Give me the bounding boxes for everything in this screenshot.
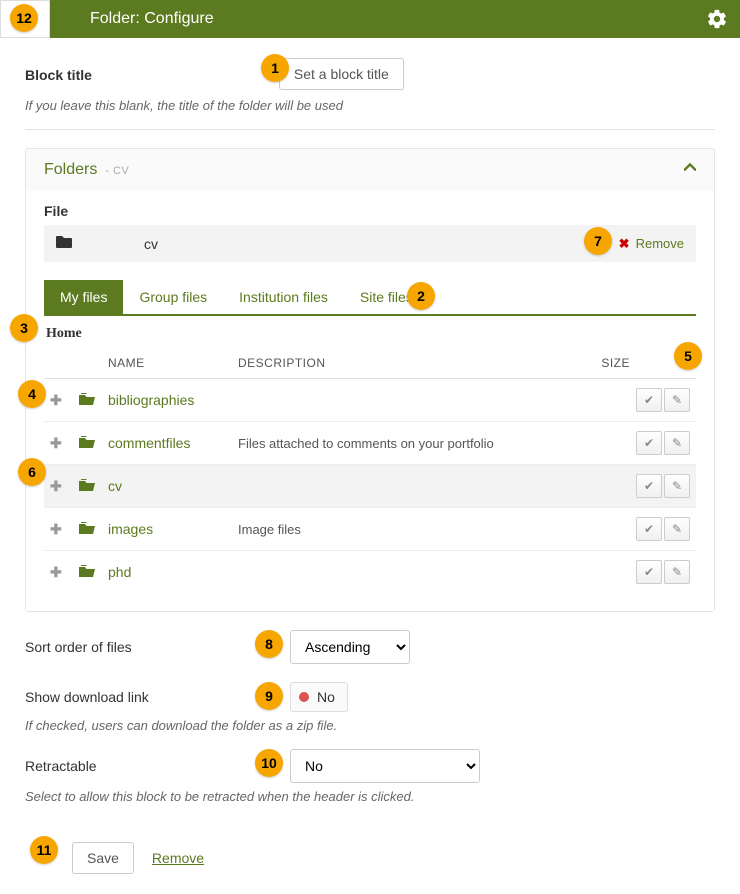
remove-x-icon: ✖: [619, 236, 630, 252]
download-help: If checked, users can download the folde…: [25, 718, 715, 733]
expand-icon[interactable]: ✚: [50, 392, 62, 408]
select-button[interactable]: ✔: [636, 431, 662, 455]
folder-link[interactable]: phd: [108, 564, 131, 580]
selected-file-name: cv: [144, 236, 158, 252]
edit-button[interactable]: ✎: [664, 431, 690, 455]
edit-button[interactable]: ✎: [664, 474, 690, 498]
folder-icon: [56, 235, 74, 252]
table-row: ✚ commentfiles Files attached to comment…: [44, 422, 696, 465]
folder-open-icon: [78, 479, 96, 495]
table-row: ✚ bibliographies ✔✎: [44, 379, 696, 422]
folder-open-icon: [78, 393, 96, 409]
tab-institution-files[interactable]: Institution files: [223, 280, 344, 314]
edit-button[interactable]: ✎: [664, 388, 690, 412]
status-dot-off-icon: [299, 692, 309, 702]
divider: [25, 129, 715, 130]
sort-select[interactable]: Ascending: [290, 630, 410, 664]
table-row: ✚ phd ✔✎: [44, 551, 696, 594]
callout-6: 6: [18, 458, 46, 486]
modal-title: Folder: Configure: [90, 10, 214, 28]
folder-open-icon: [78, 565, 96, 581]
folders-panel-title: Folders: [44, 161, 97, 178]
block-title-help: If you leave this blank, the title of th…: [25, 98, 715, 113]
callout-1: 1: [261, 54, 289, 82]
remove-file-button[interactable]: ✖ Remove: [619, 236, 684, 252]
download-toggle[interactable]: No: [290, 682, 348, 712]
download-label: Show download link: [25, 689, 290, 705]
sort-label: Sort order of files: [25, 639, 290, 655]
folder-link[interactable]: cv: [108, 478, 122, 494]
remove-block-link[interactable]: Remove: [152, 850, 204, 866]
folder-desc: Files attached to comments on your portf…: [238, 436, 494, 451]
retract-label: Retractable: [25, 758, 290, 774]
tab-my-files[interactable]: My files: [44, 280, 123, 314]
edit-button[interactable]: ✎: [664, 560, 690, 584]
folder-open-icon: [78, 522, 96, 538]
folders-panel-header[interactable]: Folders - CV: [26, 149, 714, 191]
save-button[interactable]: Save: [72, 842, 134, 874]
tab-group-files[interactable]: Group files: [123, 280, 223, 314]
callout-10: 10: [255, 749, 283, 777]
folder-link[interactable]: bibliographies: [108, 392, 194, 408]
chevron-up-icon: [684, 161, 696, 177]
select-button[interactable]: ✔: [636, 474, 662, 498]
callout-2: 2: [407, 282, 435, 310]
callout-3: 3: [10, 314, 38, 342]
edit-button[interactable]: ✎: [664, 517, 690, 541]
callout-12: 12: [10, 4, 38, 32]
modal-header: Folder: Configure: [0, 0, 740, 38]
callout-9: 9: [255, 682, 283, 710]
selected-file-row: cv ✖ Remove 7: [44, 225, 696, 262]
table-row: ✚ cv ✔✎: [44, 465, 696, 508]
folders-panel: Folders - CV File cv ✖ Remove: [25, 148, 715, 612]
file-heading: File: [44, 203, 696, 219]
select-button[interactable]: ✔: [636, 388, 662, 412]
select-button[interactable]: ✔: [636, 560, 662, 584]
callout-8: 8: [255, 630, 283, 658]
folder-link[interactable]: commentfiles: [108, 435, 190, 451]
expand-icon[interactable]: ✚: [50, 564, 62, 580]
retract-help: Select to allow this block to be retract…: [25, 789, 715, 804]
block-title-label: Block title: [25, 67, 275, 83]
file-tabs: My files Group files Institution files S…: [44, 280, 696, 316]
table-row: ✚ images Image files ✔✎: [44, 508, 696, 551]
expand-icon[interactable]: ✚: [50, 435, 62, 451]
download-toggle-label: No: [317, 689, 335, 705]
files-table: NAME DESCRIPTION SIZE ✚ bibliographies ✔…: [44, 348, 696, 593]
select-button[interactable]: ✔: [636, 517, 662, 541]
callout-11: 11: [30, 836, 58, 864]
col-description: DESCRIPTION: [232, 348, 595, 379]
folder-link[interactable]: images: [108, 521, 153, 537]
folders-panel-subtitle: - CV: [105, 165, 129, 177]
callout-4: 4: [18, 380, 46, 408]
remove-file-label: Remove: [636, 236, 684, 251]
expand-icon[interactable]: ✚: [50, 478, 62, 494]
col-name: NAME: [102, 348, 232, 379]
folder-open-icon: [78, 436, 96, 452]
callout-7: 7: [584, 227, 612, 255]
breadcrumb: Home: [44, 316, 696, 348]
settings-gears-icon: [706, 8, 728, 33]
set-block-title-button[interactable]: Set a block title: [279, 58, 404, 90]
callout-5: 5: [674, 342, 702, 370]
expand-icon[interactable]: ✚: [50, 521, 62, 537]
folder-desc: Image files: [238, 522, 301, 537]
retract-select[interactable]: No: [290, 749, 480, 783]
